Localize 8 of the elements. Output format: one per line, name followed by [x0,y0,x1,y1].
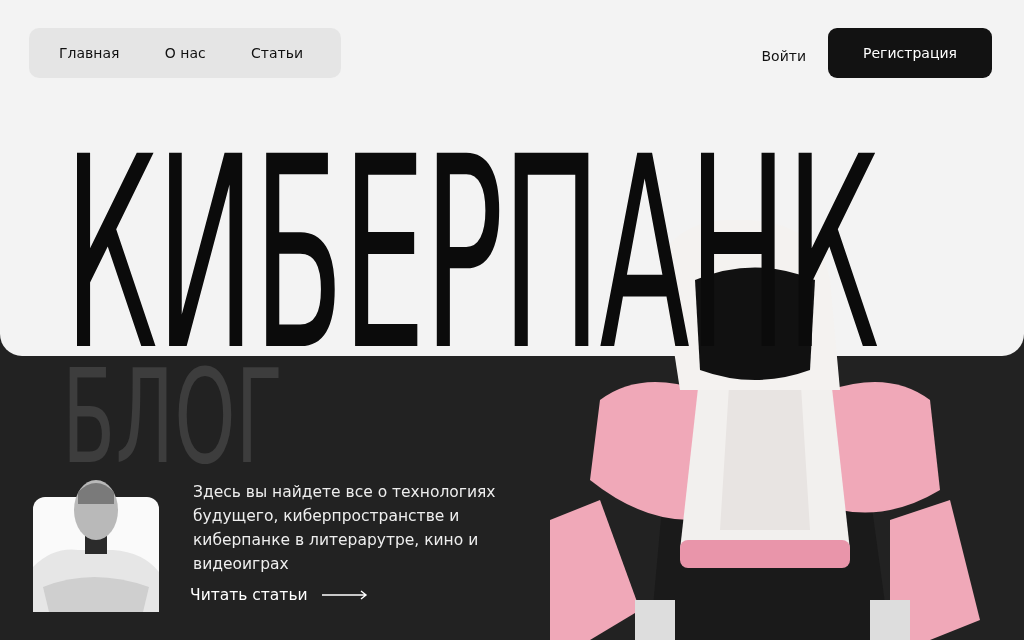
register-button[interactable]: Регистрация [828,28,992,78]
nav-link[interactable]: Главная [59,45,120,61]
read-articles-link[interactable]: Читать статьи [190,586,368,604]
nav-link[interactable]: О нас [164,45,206,61]
arrow-icon [321,590,368,600]
nav-link[interactable]: Статьи [251,45,303,61]
intro-text: Здесь вы найдете все о технологиях будущего, киберпространстве и киберпанке в литерарутре, кино и видеоиграх [193,482,497,575]
login-link[interactable]: Войти [761,48,806,64]
